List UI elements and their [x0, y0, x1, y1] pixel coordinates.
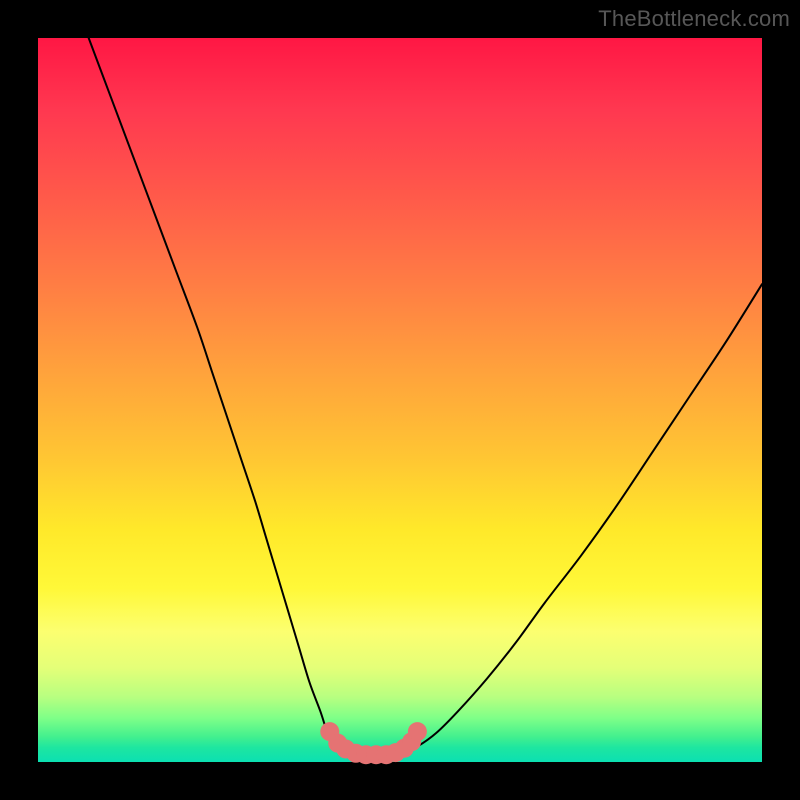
- chart-plot-area: [38, 38, 762, 762]
- watermark-text: TheBottleneck.com: [598, 6, 790, 32]
- bottom-cluster-markers: [320, 722, 427, 764]
- cluster-marker: [408, 722, 427, 741]
- chart-svg: [38, 38, 762, 762]
- chart-stage: TheBottleneck.com: [0, 0, 800, 800]
- bottleneck-curve: [89, 38, 762, 755]
